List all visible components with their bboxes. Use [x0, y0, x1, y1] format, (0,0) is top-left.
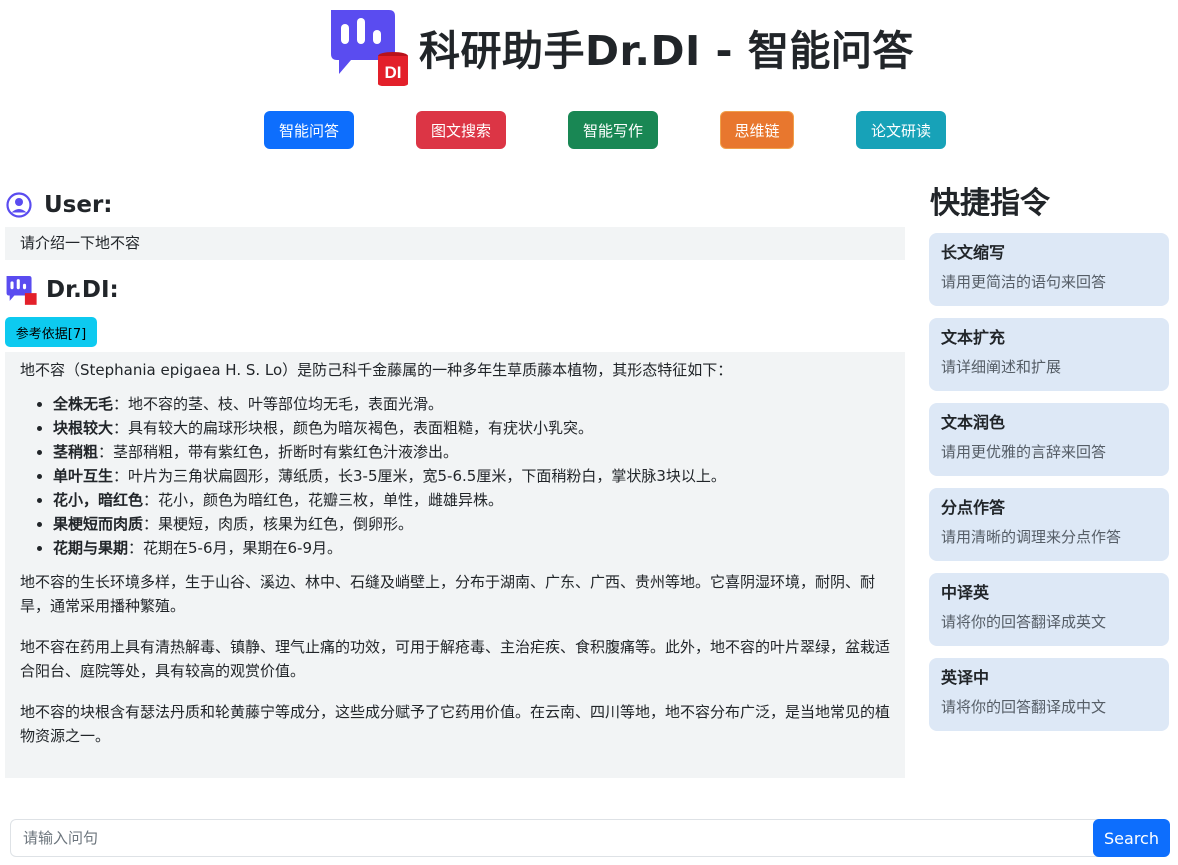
feature-text: ：叶片为三角状扁圆形，薄纸质，长3-5厘米，宽5-6.5厘米，下面稍粉白，掌状脉…: [113, 467, 726, 485]
user-header: User:: [5, 187, 113, 223]
user-message: 请介绍一下地不容: [5, 227, 905, 260]
user-avatar-icon: [6, 192, 32, 218]
question-input[interactable]: [10, 819, 1100, 857]
feature-text: ：果梗短，肉质，核果为红色，倒卵形。: [143, 515, 414, 533]
nav-button-qa[interactable]: 智能问答: [264, 111, 354, 149]
nav-button-paper-reading[interactable]: 论文研读: [856, 111, 946, 149]
answer-paragraph-habitat: 地不容的生长环境多样，生于山谷、溪边、林中、石缝及峭壁上，分布于湖南、广东、广西…: [20, 573, 876, 615]
command-title: 长文缩写: [941, 243, 1006, 262]
assistant-answer: 地不容（Stephania epigaea H. S. Lo）是防己科千金藤属的…: [5, 352, 905, 778]
answer-paragraph-medicinal: 地不容在药用上具有清热解毒、镇静、理气止痛的功效，可用于解疮毒、主治疟疾、食积腹…: [20, 638, 891, 680]
command-card-polish[interactable]: 文本润色 请用更优雅的言辞来回答: [929, 403, 1169, 476]
nav-button-image-search[interactable]: 图文搜索: [416, 111, 506, 149]
list-item: 全株无毛：地不容的茎、枝、叶等部位均无毛，表面光滑。: [53, 392, 890, 416]
feature-list: 全株无毛：地不容的茎、枝、叶等部位均无毛，表面光滑。 块根较大：具有较大的扁球形…: [20, 392, 890, 560]
reference-button[interactable]: 参考依据[7]: [5, 317, 97, 347]
feature-text: ：具有较大的扁球形块根，颜色为暗灰褐色，表面粗糙，有疣状小乳突。: [113, 419, 594, 437]
command-card-expand[interactable]: 文本扩充 请详细阐述和扩展: [929, 318, 1169, 391]
list-item: 花小，暗红色：花小，颜色为暗红色，花瓣三枚，单性，雌雄异株。: [53, 488, 890, 512]
feature-text: ：花期在5-6月，果期在6-9月。: [128, 539, 343, 557]
app-logo-icon: DI: [331, 10, 408, 86]
assistant-header: Dr.DI:: [5, 272, 119, 308]
command-title: 分点作答: [941, 498, 1006, 517]
feature-term: 花期与果期: [53, 539, 129, 557]
list-item: 花期与果期：花期在5-6月，果期在6-9月。: [53, 536, 890, 560]
list-item: 茎稍粗：茎部稍粗，带有紫红色，折断时有紫红色汁液渗出。: [53, 440, 890, 464]
list-item: 块根较大：具有较大的扁球形块根，颜色为暗灰褐色，表面粗糙，有疣状小乳突。: [53, 416, 890, 440]
page-header: DI 科研助手Dr.DI - 智能问答: [0, 0, 1178, 90]
answer-paragraph-composition: 地不容的块根含有瑟法丹质和轮黄藤宁等成分，这些成分赋予了它药用价值。在云南、四川…: [20, 703, 891, 745]
command-card-en-to-zh[interactable]: 英译中 请将你的回答翻译成中文: [929, 658, 1169, 731]
command-card-shorten[interactable]: 长文缩写 请用更简洁的语句来回答: [929, 233, 1169, 306]
command-desc: 请用更简洁的语句来回答: [941, 273, 1107, 291]
command-card-bullet-points[interactable]: 分点作答 请用清晰的调理来分点作答: [929, 488, 1169, 561]
app-title: 科研助手Dr.DI - 智能问答: [419, 27, 914, 75]
feature-text: ：茎部稍粗，带有紫红色，折断时有紫红色汁液渗出。: [98, 443, 459, 461]
command-title: 中译英: [941, 583, 990, 602]
user-label: User:: [44, 192, 113, 218]
command-title: 文本扩充: [941, 328, 1006, 347]
feature-text: ：花小，颜色为暗红色，花瓣三枚，单性，雌雄异株。: [143, 491, 504, 509]
feature-term: 花小，暗红色: [53, 491, 144, 509]
command-desc: 请将你的回答翻译成英文: [941, 613, 1107, 631]
search-button[interactable]: Search: [1093, 819, 1170, 857]
answer-intro: 地不容（Stephania epigaea H. S. Lo）是防己科千金藤属的…: [20, 361, 733, 379]
command-title: 文本润色: [941, 413, 1006, 432]
list-item: 果梗短而肉质：果梗短，肉质，核果为红色，倒卵形。: [53, 512, 890, 536]
logo-text: DI: [385, 63, 402, 82]
sidebar-title: 快捷指令: [930, 186, 1050, 221]
command-desc: 请详细阐述和扩展: [941, 358, 1062, 376]
assistant-avatar-icon: [6, 275, 37, 305]
command-desc: 请将你的回答翻译成中文: [941, 698, 1107, 716]
feature-term: 单叶互生: [53, 467, 114, 485]
feature-term: 果梗短而肉质: [53, 515, 144, 533]
nav-button-writing[interactable]: 智能写作: [568, 111, 658, 149]
feature-term: 块根较大: [53, 419, 114, 437]
command-desc: 请用更优雅的言辞来回答: [941, 443, 1107, 461]
command-title: 英译中: [941, 668, 990, 687]
feature-term: 茎稍粗: [53, 443, 99, 461]
command-desc: 请用清晰的调理来分点作答: [941, 528, 1122, 546]
list-item: 单叶互生：叶片为三角状扁圆形，薄纸质，长3-5厘米，宽5-6.5厘米，下面稍粉白…: [53, 464, 890, 488]
feature-text: ：地不容的茎、枝、叶等部位均无毛，表面光滑。: [113, 395, 444, 413]
assistant-label: Dr.DI:: [46, 277, 119, 303]
command-card-zh-to-en[interactable]: 中译英 请将你的回答翻译成英文: [929, 573, 1169, 646]
nav-button-chain-of-thought[interactable]: 思维链: [720, 111, 794, 149]
feature-term: 全株无毛: [53, 395, 114, 413]
